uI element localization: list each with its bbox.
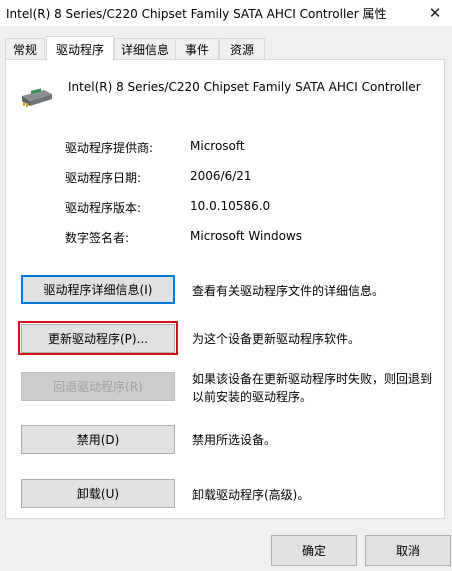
disable-device-description: 禁用所选设备。 <box>192 433 277 447</box>
driver-panel: Intel(R) 8 Series/C220 Chipset Family SA… <box>5 59 445 519</box>
storage-controller-icon <box>22 88 52 107</box>
ok-button[interactable]: 确定 <box>271 535 357 566</box>
update-driver-button[interactable]: 更新驱动程序(P)... <box>21 324 175 353</box>
title-bar: Intel(R) 8 Series/C220 Chipset Family SA… <box>0 0 452 26</box>
tab-events[interactable]: 事件 <box>175 38 219 60</box>
tab-resources[interactable]: 资源 <box>219 38 265 60</box>
update-driver-description: 为这个设备更新驱动程序软件。 <box>192 332 361 346</box>
driver-details-button[interactable]: 驱动程序详细信息(I) <box>21 275 175 304</box>
disable-device-button[interactable]: 禁用(D) <box>21 425 175 454</box>
rollback-driver-description-line1: 如果该设备在更新驱动程序时失败，则回退到 <box>192 372 433 386</box>
tab-driver[interactable]: 驱动程序 <box>46 36 114 61</box>
driver-provider-label: 驱动程序提供商: <box>65 141 154 155</box>
device-name: Intel(R) 8 Series/C220 Chipset Family SA… <box>68 80 421 94</box>
tab-details[interactable]: 详细信息 <box>114 38 176 60</box>
driver-date-value: 2006/6/21 <box>190 169 252 183</box>
tab-general[interactable]: 常规 <box>5 38 45 60</box>
driver-version-label: 驱动程序版本: <box>65 201 142 215</box>
rollback-driver-button[interactable]: 回退驱动程序(R) <box>21 372 175 401</box>
window-title: Intel(R) 8 Series/C220 Chipset Family SA… <box>6 7 387 21</box>
uninstall-driver-button[interactable]: 卸载(U) <box>21 479 175 508</box>
driver-date-label: 驱动程序日期: <box>65 171 142 185</box>
driver-provider-value: Microsoft <box>190 139 245 153</box>
close-button[interactable]: ✕ <box>418 0 452 26</box>
driver-version-value: 10.0.10586.0 <box>190 199 271 213</box>
digital-signer-label: 数字签名者: <box>65 231 130 245</box>
uninstall-driver-description: 卸载驱动程序(高级)。 <box>192 488 310 502</box>
rollback-driver-description-line2: 以前安装的驱动程序。 <box>192 390 313 404</box>
cancel-button[interactable]: 取消 <box>365 535 451 566</box>
close-icon: ✕ <box>428 4 442 22</box>
digital-signer-value: Microsoft Windows <box>190 229 302 243</box>
driver-details-description: 查看有关驱动程序文件的详细信息。 <box>192 284 385 298</box>
tab-strip: 常规 驱动程序 详细信息 事件 资源 <box>5 36 445 61</box>
